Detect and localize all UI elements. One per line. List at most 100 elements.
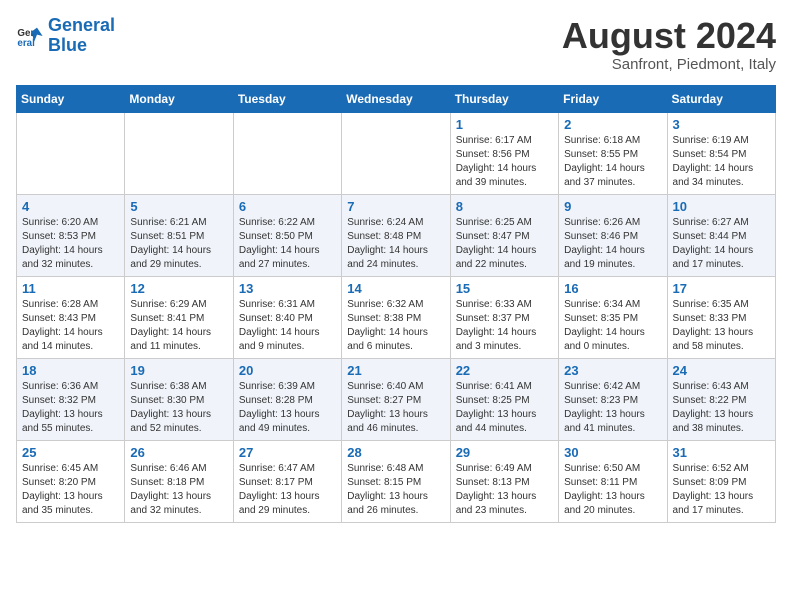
calendar-table: SundayMondayTuesdayWednesdayThursdayFrid… xyxy=(16,85,776,523)
day-number: 27 xyxy=(239,445,336,460)
day-number: 17 xyxy=(673,281,770,296)
calendar-cell: 29 Sunrise: 6:49 AM Sunset: 8:13 PM Dayli… xyxy=(450,440,558,522)
day-number: 29 xyxy=(456,445,553,460)
calendar-cell: 8Sunrise: 6:25 AM Sunset: 8:47 PM Daylig… xyxy=(450,194,558,276)
day-number: 28 xyxy=(347,445,444,460)
calendar-cell: 11Sunrise: 6:28 AM Sunset: 8:43 PM Dayli… xyxy=(17,276,125,358)
calendar-cell xyxy=(233,112,341,194)
calendar-body: 1 Sunrise: 6:17 AM Sunset: 8:56 PM Daylig… xyxy=(17,112,776,522)
calendar-cell: 13 Sunrise: 6:31 AM Sunset: 8:40 PM Dayli… xyxy=(233,276,341,358)
weekday-header-tuesday: Tuesday xyxy=(233,85,341,112)
day-info: Sunrise: 6:17 AM Sunset: 8:56 PM Dayligh… xyxy=(456,134,553,190)
day-info: Sunrise: 6:43 AM Sunset: 8:22 PM Dayligh… xyxy=(673,380,770,436)
day-info: Sunrise: 6:47 AM Sunset: 8:17 PM Dayligh… xyxy=(239,462,336,518)
calendar-cell: 31Sunrise: 6:52 AM Sunset: 8:09 PM Dayli… xyxy=(667,440,775,522)
calendar-cell: 24 Sunrise: 6:43 AM Sunset: 8:22 PM Dayli… xyxy=(667,358,775,440)
calendar-cell: 4 Sunrise: 6:20 AM Sunset: 8:53 PM Daylig… xyxy=(17,194,125,276)
day-info: Sunrise: 6:48 AM Sunset: 8:15 PM Dayligh… xyxy=(347,462,444,518)
day-number: 19 xyxy=(130,363,227,378)
calendar-cell: 19 Sunrise: 6:38 AM Sunset: 8:30 PM Dayli… xyxy=(125,358,233,440)
day-number: 24 xyxy=(673,363,770,378)
logo-icon: Gen eral xyxy=(16,22,44,50)
day-number: 3 xyxy=(673,117,770,132)
day-info: Sunrise: 6:50 AM Sunset: 8:11 PM Dayligh… xyxy=(564,462,661,518)
week-row-4: 18Sunrise: 6:36 AM Sunset: 8:32 PM Dayli… xyxy=(17,358,776,440)
weekday-header-monday: Monday xyxy=(125,85,233,112)
week-row-3: 11Sunrise: 6:28 AM Sunset: 8:43 PM Dayli… xyxy=(17,276,776,358)
day-number: 22 xyxy=(456,363,553,378)
calendar-cell: 9 Sunrise: 6:26 AM Sunset: 8:46 PM Daylig… xyxy=(559,194,667,276)
day-info: Sunrise: 6:20 AM Sunset: 8:53 PM Dayligh… xyxy=(22,216,119,272)
day-info: Sunrise: 6:26 AM Sunset: 8:46 PM Dayligh… xyxy=(564,216,661,272)
day-number: 1 xyxy=(456,117,553,132)
calendar-cell: 30 Sunrise: 6:50 AM Sunset: 8:11 PM Dayli… xyxy=(559,440,667,522)
calendar-cell: 7 Sunrise: 6:24 AM Sunset: 8:48 PM Daylig… xyxy=(342,194,450,276)
day-number: 10 xyxy=(673,199,770,214)
day-info: Sunrise: 6:21 AM Sunset: 8:51 PM Dayligh… xyxy=(130,216,227,272)
day-info: Sunrise: 6:32 AM Sunset: 8:38 PM Dayligh… xyxy=(347,298,444,354)
weekday-header-saturday: Saturday xyxy=(667,85,775,112)
weekday-header-friday: Friday xyxy=(559,85,667,112)
calendar-cell: 10 Sunrise: 6:27 AM Sunset: 8:44 PM Dayli… xyxy=(667,194,775,276)
day-number: 23 xyxy=(564,363,661,378)
day-number: 14 xyxy=(347,281,444,296)
day-number: 21 xyxy=(347,363,444,378)
calendar-cell: 20Sunrise: 6:39 AM Sunset: 8:28 PM Dayli… xyxy=(233,358,341,440)
day-info: Sunrise: 6:29 AM Sunset: 8:41 PM Dayligh… xyxy=(130,298,227,354)
day-info: Sunrise: 6:49 AM Sunset: 8:13 PM Dayligh… xyxy=(456,462,553,518)
day-info: Sunrise: 6:27 AM Sunset: 8:44 PM Dayligh… xyxy=(673,216,770,272)
day-number: 2 xyxy=(564,117,661,132)
day-info: Sunrise: 6:22 AM Sunset: 8:50 PM Dayligh… xyxy=(239,216,336,272)
day-info: Sunrise: 6:38 AM Sunset: 8:30 PM Dayligh… xyxy=(130,380,227,436)
month-title: August 2024 xyxy=(562,16,776,56)
day-number: 18 xyxy=(22,363,119,378)
day-number: 20 xyxy=(239,363,336,378)
calendar-cell: 15 Sunrise: 6:33 AM Sunset: 8:37 PM Dayli… xyxy=(450,276,558,358)
day-number: 6 xyxy=(239,199,336,214)
day-number: 25 xyxy=(22,445,119,460)
day-number: 12 xyxy=(130,281,227,296)
weekday-header-thursday: Thursday xyxy=(450,85,558,112)
day-number: 11 xyxy=(22,281,119,296)
day-number: 7 xyxy=(347,199,444,214)
calendar-cell: 6 Sunrise: 6:22 AM Sunset: 8:50 PM Daylig… xyxy=(233,194,341,276)
calendar-cell: 21 Sunrise: 6:40 AM Sunset: 8:27 PM Dayli… xyxy=(342,358,450,440)
day-info: Sunrise: 6:35 AM Sunset: 8:33 PM Dayligh… xyxy=(673,298,770,354)
logo: Gen eral General Blue xyxy=(16,16,115,56)
day-info: Sunrise: 6:41 AM Sunset: 8:25 PM Dayligh… xyxy=(456,380,553,436)
weekday-header-sunday: Sunday xyxy=(17,85,125,112)
calendar-header: SundayMondayTuesdayWednesdayThursdayFrid… xyxy=(17,85,776,112)
day-info: Sunrise: 6:31 AM Sunset: 8:40 PM Dayligh… xyxy=(239,298,336,354)
day-number: 8 xyxy=(456,199,553,214)
day-number: 16 xyxy=(564,281,661,296)
calendar-cell: 16 Sunrise: 6:34 AM Sunset: 8:35 PM Dayli… xyxy=(559,276,667,358)
calendar-cell: 2 Sunrise: 6:18 AM Sunset: 8:55 PM Daylig… xyxy=(559,112,667,194)
day-info: Sunrise: 6:18 AM Sunset: 8:55 PM Dayligh… xyxy=(564,134,661,190)
weekday-header-wednesday: Wednesday xyxy=(342,85,450,112)
day-number: 15 xyxy=(456,281,553,296)
day-info: Sunrise: 6:24 AM Sunset: 8:48 PM Dayligh… xyxy=(347,216,444,272)
location-subtitle: Sanfront, Piedmont, Italy xyxy=(562,56,776,73)
calendar-cell xyxy=(342,112,450,194)
weekday-header-row: SundayMondayTuesdayWednesdayThursdayFrid… xyxy=(17,85,776,112)
day-info: Sunrise: 6:33 AM Sunset: 8:37 PM Dayligh… xyxy=(456,298,553,354)
day-info: Sunrise: 6:52 AM Sunset: 8:09 PM Dayligh… xyxy=(673,462,770,518)
calendar-cell: 5 Sunrise: 6:21 AM Sunset: 8:51 PM Daylig… xyxy=(125,194,233,276)
day-info: Sunrise: 6:45 AM Sunset: 8:20 PM Dayligh… xyxy=(22,462,119,518)
calendar-cell xyxy=(125,112,233,194)
calendar-cell: 1 Sunrise: 6:17 AM Sunset: 8:56 PM Daylig… xyxy=(450,112,558,194)
day-info: Sunrise: 6:40 AM Sunset: 8:27 PM Dayligh… xyxy=(347,380,444,436)
day-number: 30 xyxy=(564,445,661,460)
day-info: Sunrise: 6:19 AM Sunset: 8:54 PM Dayligh… xyxy=(673,134,770,190)
week-row-2: 4 Sunrise: 6:20 AM Sunset: 8:53 PM Daylig… xyxy=(17,194,776,276)
day-number: 9 xyxy=(564,199,661,214)
calendar-cell: 26Sunrise: 6:46 AM Sunset: 8:18 PM Dayli… xyxy=(125,440,233,522)
calendar-cell: 3 Sunrise: 6:19 AM Sunset: 8:54 PM Daylig… xyxy=(667,112,775,194)
page-header: Gen eral General Blue August 2024 Sanfro… xyxy=(16,16,776,73)
calendar-cell: 23Sunrise: 6:42 AM Sunset: 8:23 PM Dayli… xyxy=(559,358,667,440)
day-number: 4 xyxy=(22,199,119,214)
day-number: 13 xyxy=(239,281,336,296)
day-info: Sunrise: 6:34 AM Sunset: 8:35 PM Dayligh… xyxy=(564,298,661,354)
day-number: 5 xyxy=(130,199,227,214)
calendar-cell: 12 Sunrise: 6:29 AM Sunset: 8:41 PM Dayli… xyxy=(125,276,233,358)
